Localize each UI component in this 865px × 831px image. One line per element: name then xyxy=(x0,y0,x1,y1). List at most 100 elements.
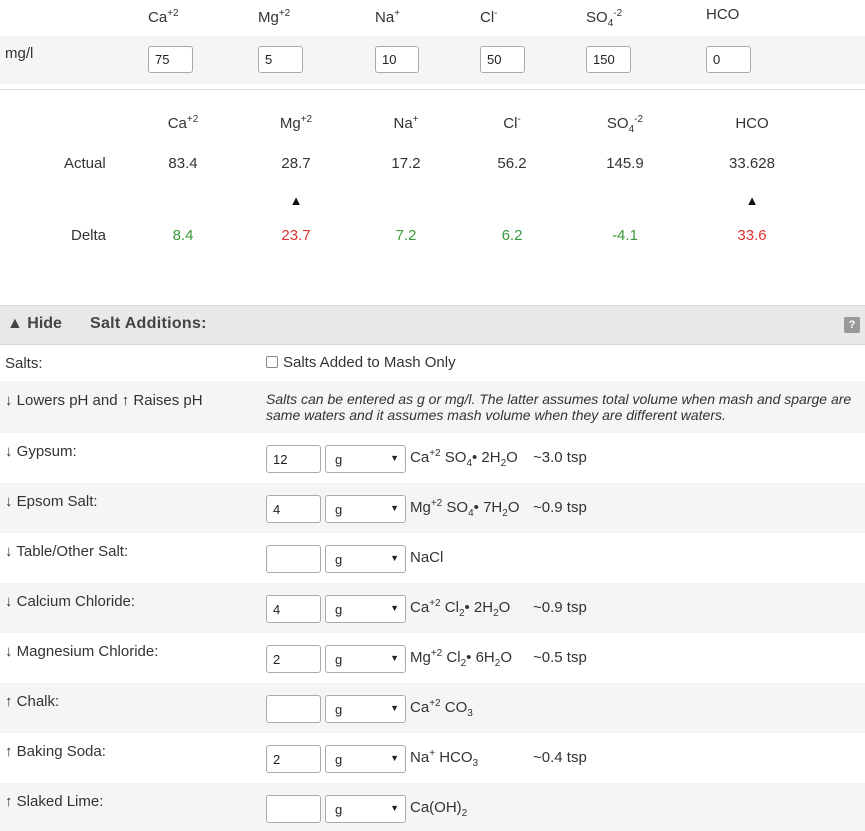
salt-row-table-salt: ↓ Table/Other Salt: g ▼ NaCl xyxy=(0,533,865,583)
magnesium-chloride-formula: Mg+2 Cl2• 6H2O xyxy=(410,648,512,669)
target-header-ca: Ca+2 xyxy=(148,8,179,27)
salt-units-note: Salts can be entered as g or mg/l. The l… xyxy=(266,391,852,423)
actual-mg: 28.7 xyxy=(281,155,311,172)
hide-toggle-button[interactable]: ▲ Hide xyxy=(7,315,62,333)
result-header-ca: Ca+2 xyxy=(167,114,199,133)
table-salt-unit-select[interactable]: g ▼ xyxy=(325,545,406,573)
delta-na: 7.2 xyxy=(395,227,417,244)
actual-label: Actual xyxy=(64,155,106,172)
slaked-lime-unit-select[interactable]: g ▼ xyxy=(325,795,406,823)
chalk-formula: Ca+2 CO3 xyxy=(410,698,473,719)
epsom-amount-input[interactable]: 4 xyxy=(266,495,321,523)
baking-soda-formula: Na+ HCO3 xyxy=(410,748,479,769)
baking-soda-unit-select[interactable]: g ▼ xyxy=(325,745,406,773)
slaked-lime-formula: Ca(OH)2 xyxy=(410,799,468,819)
mash-only-checkbox[interactable] xyxy=(266,356,278,368)
unit-label: mg/l xyxy=(5,45,34,62)
chevron-down-icon: ▼ xyxy=(390,703,399,713)
delta-ca: 8.4 xyxy=(172,227,194,244)
chevron-down-icon: ▼ xyxy=(390,553,399,563)
actual-so4: 145.9 xyxy=(606,155,644,172)
mash-only-label[interactable]: Salts Added to Mash Only xyxy=(283,354,456,371)
salt-row-slaked-lime: ↑ Slaked Lime: g ▼ Ca(OH)2 xyxy=(0,783,865,831)
actual-ca: 83.4 xyxy=(168,155,198,172)
salts-label: Salts: xyxy=(5,355,43,372)
calcium-chloride-formula: Ca+2 Cl2• 2H2O xyxy=(410,598,511,619)
chalk-amount-input[interactable] xyxy=(266,695,321,723)
salt-label-table-salt: ↓ Table/Other Salt: xyxy=(5,543,129,560)
result-header-hco: HCO xyxy=(735,115,769,132)
salt-additions-header: ▲ Hide Salt Additions: ? xyxy=(0,305,865,345)
calcium-chloride-amount-input[interactable]: 4 xyxy=(266,595,321,623)
gypsum-formula: Ca+2 SO4• 2H2O xyxy=(410,448,518,469)
slaked-lime-amount-input[interactable] xyxy=(266,795,321,823)
epsom-formula: Mg+2 SO4• 7H2O xyxy=(410,498,520,519)
chevron-down-icon: ▼ xyxy=(390,603,399,613)
salts-options-row: Salts: Salts Added to Mash Only xyxy=(0,345,865,381)
target-hco-input[interactable]: 0 xyxy=(706,46,751,73)
target-values-row: mg/l 75 5 10 50 150 0 xyxy=(0,36,865,84)
delta-label: Delta xyxy=(71,227,107,244)
salt-row-chalk: ↑ Chalk: g ▼ Ca+2 CO3 xyxy=(0,683,865,733)
chevron-down-icon: ▼ xyxy=(390,453,399,463)
target-ion-headers: Ca+2 Mg+2 Na+ Cl- SO4-2 HCO xyxy=(0,0,865,36)
mg-warning-arrow-icon: ▲ xyxy=(289,193,303,208)
salt-label-gypsum: ↓ Gypsum: xyxy=(5,443,77,460)
actual-na: 17.2 xyxy=(391,155,421,172)
delta-so4: -4.1 xyxy=(612,227,638,244)
target-header-hco: HCO xyxy=(706,6,740,23)
salt-row-magnesium-chloride: ↓ Magnesium Chloride: 2 g ▼ Mg+2 Cl2• 6H2… xyxy=(0,633,865,683)
target-cl-input[interactable]: 50 xyxy=(480,46,525,73)
gypsum-amount-input[interactable]: 12 xyxy=(266,445,321,473)
delta-mg: 23.7 xyxy=(281,227,311,244)
epsom-tsp: ~0.9 tsp xyxy=(533,499,587,516)
salt-row-gypsum: ↓ Gypsum: 12 g ▼ Ca+2 SO4• 2H2O ~3.0 tsp xyxy=(0,433,865,483)
chevron-down-icon: ▼ xyxy=(390,803,399,813)
target-so4-input[interactable]: 150 xyxy=(586,46,631,73)
chevron-down-icon: ▼ xyxy=(390,753,399,763)
actual-cl: 56.2 xyxy=(497,155,527,172)
table-salt-formula: NaCl xyxy=(410,549,444,566)
ph-direction-label: ↓ Lowers pH and ↑ Raises pH xyxy=(5,392,203,409)
magnesium-chloride-amount-input[interactable]: 2 xyxy=(266,645,321,673)
section-divider xyxy=(0,89,865,90)
chevron-down-icon: ▼ xyxy=(390,653,399,663)
target-mg-input[interactable]: 5 xyxy=(258,46,303,73)
table-salt-amount-input[interactable] xyxy=(266,545,321,573)
result-header-na: Na+ xyxy=(393,114,419,133)
gypsum-unit-select[interactable]: g ▼ xyxy=(325,445,406,473)
actual-hco: 33.628 xyxy=(729,155,775,172)
result-header-mg: Mg+2 xyxy=(279,114,313,133)
salt-label-baking-soda: ↑ Baking Soda: xyxy=(5,743,106,760)
salt-additions-title: Salt Additions: xyxy=(90,315,207,332)
target-header-na: Na+ xyxy=(375,8,401,27)
salt-label-calcium-chloride: ↓ Calcium Chloride: xyxy=(5,593,136,610)
result-header-so4: SO4-2 xyxy=(606,114,644,135)
magnesium-chloride-unit-select[interactable]: g ▼ xyxy=(325,645,406,673)
salt-label-chalk: ↑ Chalk: xyxy=(5,693,60,710)
delta-hco: 33.6 xyxy=(737,227,767,244)
salt-row-calcium-chloride: ↓ Calcium Chloride: 4 g ▼ Ca+2 Cl2• 2H2O … xyxy=(0,583,865,633)
chalk-unit-select[interactable]: g ▼ xyxy=(325,695,406,723)
result-header-cl: Cl- xyxy=(503,114,521,133)
epsom-unit-select[interactable]: g ▼ xyxy=(325,495,406,523)
target-ca-input[interactable]: 75 xyxy=(148,46,193,73)
gypsum-tsp: ~3.0 tsp xyxy=(533,449,587,466)
salt-label-epsom: ↓ Epsom Salt: xyxy=(5,493,98,510)
magnesium-chloride-tsp: ~0.5 tsp xyxy=(533,649,587,666)
salt-row-epsom: ↓ Epsom Salt: 4 g ▼ Mg+2 SO4• 7H2O ~0.9 t… xyxy=(0,483,865,533)
target-header-mg: Mg+2 xyxy=(258,8,291,27)
ph-note-row: ↓ Lowers pH and ↑ Raises pH Salts can be… xyxy=(0,381,865,433)
calcium-chloride-unit-select[interactable]: g ▼ xyxy=(325,595,406,623)
target-header-cl: Cl- xyxy=(480,8,498,27)
hco-warning-arrow-icon: ▲ xyxy=(745,193,759,208)
calcium-chloride-tsp: ~0.9 tsp xyxy=(533,599,587,616)
baking-soda-amount-input[interactable]: 2 xyxy=(266,745,321,773)
target-na-input[interactable]: 10 xyxy=(375,46,419,73)
target-header-so4: SO4-2 xyxy=(586,8,623,29)
salt-label-slaked-lime: ↑ Slaked Lime: xyxy=(5,793,104,810)
salt-row-baking-soda: ↑ Baking Soda: 2 g ▼ Na+ HCO3 ~0.4 tsp xyxy=(0,733,865,783)
salt-label-magnesium-chloride: ↓ Magnesium Chloride: xyxy=(5,643,159,660)
delta-cl: 6.2 xyxy=(501,227,523,244)
help-icon[interactable]: ? xyxy=(844,317,860,333)
